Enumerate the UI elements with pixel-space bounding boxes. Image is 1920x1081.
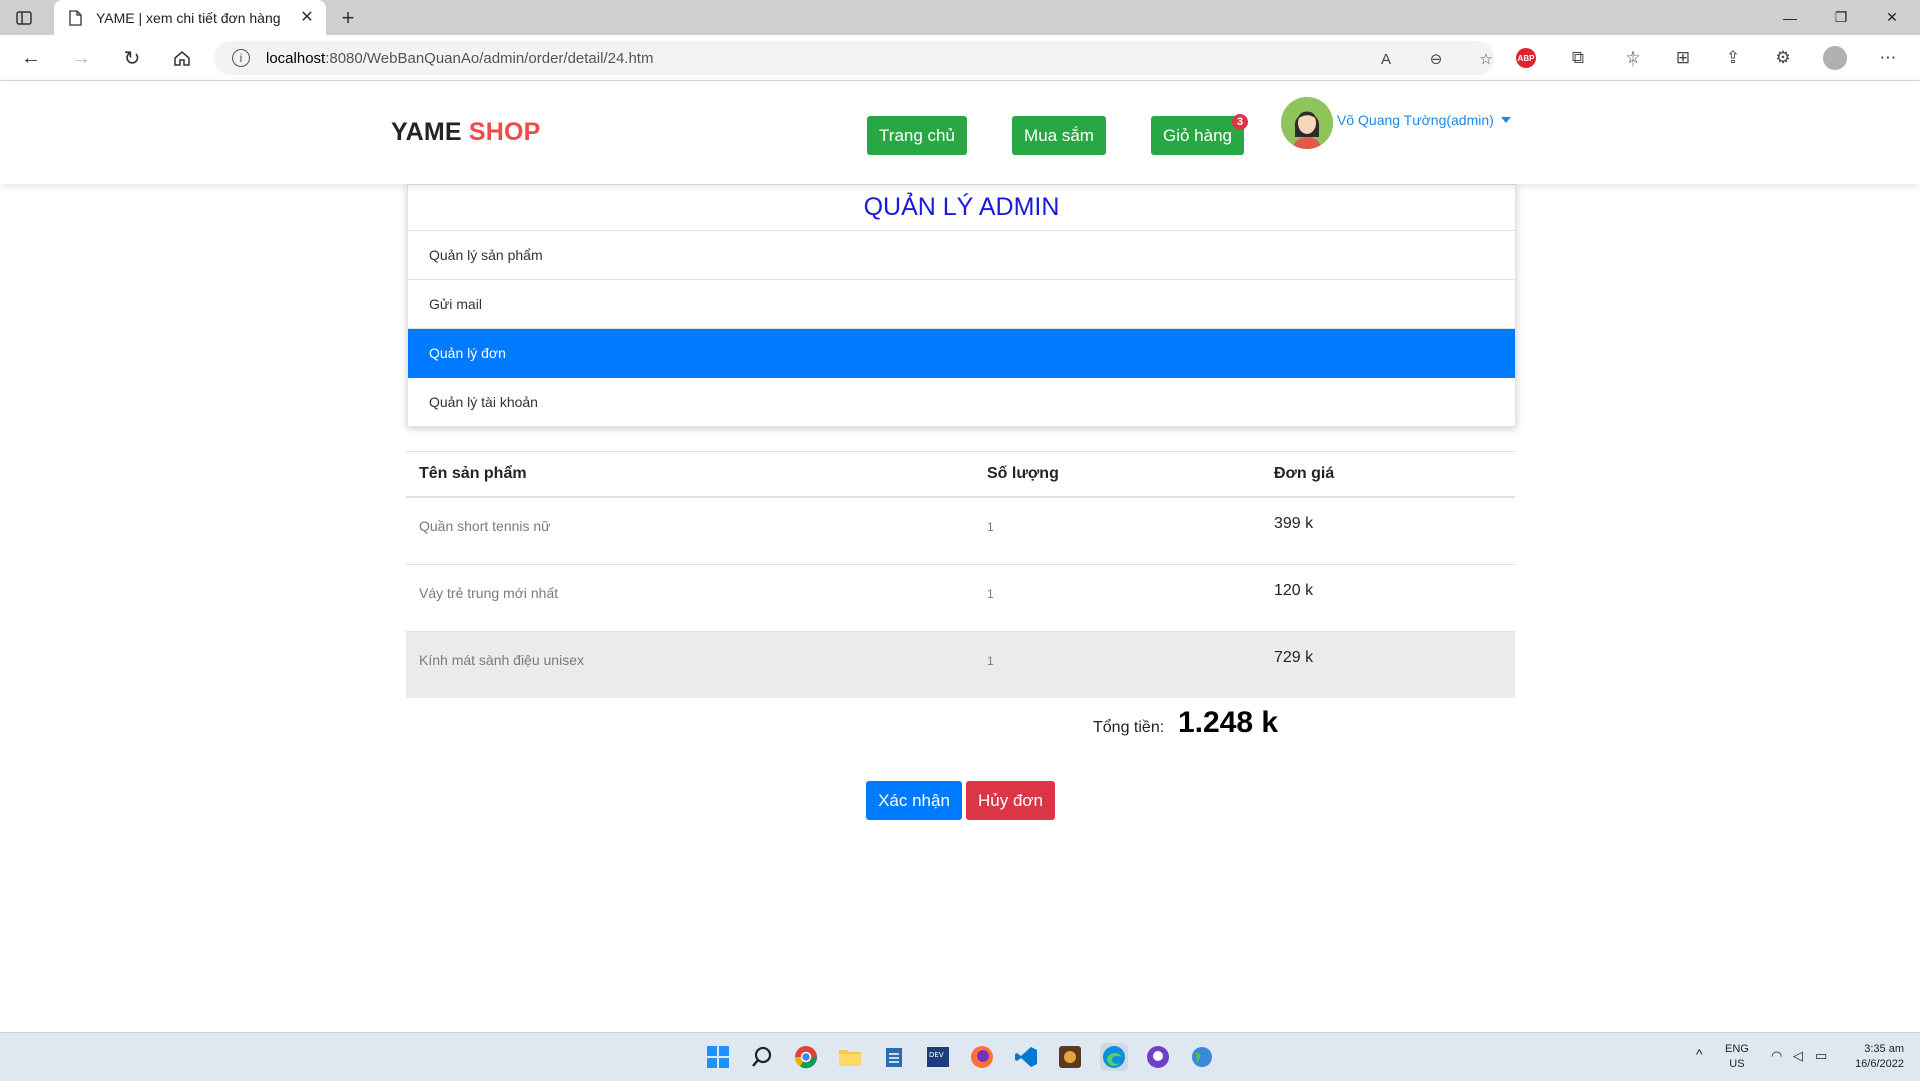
profile-icon[interactable] <box>1823 46 1847 70</box>
column-header-price: Đơn giá <box>1274 465 1335 482</box>
clock-time: 3:35 am <box>1864 1043 1904 1055</box>
show-hidden-icons-icon[interactable]: ^ <box>1696 1047 1703 1062</box>
notepad-icon[interactable] <box>880 1043 908 1071</box>
avatar[interactable] <box>1281 97 1333 149</box>
clock[interactable]: 3:35 am 16/6/2022 <box>1846 1042 1904 1072</box>
volume-icon[interactable]: ◁ <box>1793 1048 1803 1063</box>
firefox-icon[interactable] <box>968 1043 996 1071</box>
share-icon[interactable]: ⇪ <box>1721 46 1745 70</box>
menu-item-products[interactable]: Quản lý sản phẩm <box>408 231 1515 280</box>
collections-icon[interactable]: ⊞ <box>1671 46 1695 70</box>
app-icon[interactable] <box>1056 1043 1084 1071</box>
admin-menu-card: QUẢN LÝ ADMIN Quản lý sản phẩm Gửi mail … <box>407 184 1516 427</box>
minimize-button[interactable]: — <box>1767 0 1813 35</box>
extensions-icon[interactable]: ⧉ <box>1566 46 1590 70</box>
read-aloud-icon[interactable]: A <box>1376 49 1396 69</box>
site-header: YAME SHOP Trang chủ Mua sắm Giỏ hàng 3 V… <box>0 81 1920 184</box>
column-header-quantity: Số lượng <box>987 465 1059 482</box>
dev-cpp-icon[interactable]: DEV <box>924 1043 952 1071</box>
add-favorite-icon[interactable]: ☆ <box>1476 49 1496 69</box>
product-price: 729 k <box>1274 649 1314 666</box>
browser-toolbar: ← → ↻ i localhost:8080/WebBanQuanAo/admi… <box>0 35 1920 81</box>
tab-title: YAME | xem chi tiết đơn hàng <box>96 9 281 26</box>
table-row: Quần short tennis nữ 1 399 k <box>406 498 1515 565</box>
address-bar[interactable]: i localhost:8080/WebBanQuanAo/admin/orde… <box>214 41 1494 75</box>
tab-actions-icon[interactable] <box>14 8 34 28</box>
favorites-icon[interactable]: ☆ <box>1621 46 1645 70</box>
site-info-icon[interactable]: i <box>232 49 250 67</box>
zoom-out-icon[interactable]: ⊖ <box>1426 49 1446 69</box>
product-quantity: 1 <box>987 520 994 534</box>
forward-arrow-icon[interactable]: → <box>67 44 95 72</box>
product-quantity: 1 <box>987 654 994 668</box>
total-value: 1.248 k <box>1178 706 1279 739</box>
vscode-icon[interactable] <box>1012 1043 1040 1071</box>
language-code: ENG <box>1725 1043 1749 1055</box>
start-icon[interactable] <box>704 1043 732 1071</box>
new-tab-button[interactable]: + <box>336 5 360 30</box>
search-icon[interactable] <box>748 1043 776 1071</box>
product-name: Váy trẻ trung mới nhất <box>419 585 559 601</box>
language-indicator[interactable]: ENG US <box>1725 1042 1749 1072</box>
user-name: Võ Quang Tường(admin) <box>1337 112 1494 128</box>
restore-button[interactable]: ❐ <box>1818 0 1864 35</box>
admin-title: QUẢN LÝ ADMIN <box>408 185 1515 231</box>
file-explorer-icon[interactable] <box>836 1043 864 1071</box>
svg-text:DEV: DEV <box>929 1051 944 1059</box>
url-text: localhost:8080/WebBanQuanAo/admin/order/… <box>266 49 654 67</box>
cancel-order-button[interactable]: Hủy đơn <box>966 781 1055 820</box>
order-detail-table: Tên sản phẩm Số lượng Đơn giá Quần short… <box>406 451 1515 698</box>
caret-down-icon <box>1500 117 1511 123</box>
total-label: Tổng tiền: <box>1093 719 1165 736</box>
user-menu-toggle[interactable]: Võ Quang Tường(admin) <box>1337 112 1511 128</box>
close-window-button[interactable]: ✕ <box>1869 0 1915 35</box>
battery-icon[interactable]: ▭ <box>1815 1048 1827 1063</box>
menu-item-send-mail[interactable]: Gửi mail <box>408 280 1515 329</box>
github-desktop-icon[interactable] <box>1144 1043 1172 1071</box>
performance-icon[interactable]: ⚙ <box>1771 46 1795 70</box>
confirm-order-button[interactable]: Xác nhận <box>866 781 962 820</box>
chrome-icon[interactable] <box>792 1043 820 1071</box>
browser-tab-bar: YAME | xem chi tiết đơn hàng ✕ + — ❐ ✕ <box>0 0 1920 35</box>
refresh-icon[interactable]: ↻ <box>118 44 146 72</box>
taskbar: DEV ^ ENG US ◠ ◁ ▭ 3:35 am 16/6/2022 <box>0 1032 1920 1081</box>
nav-cart-button[interactable]: Giỏ hàng 3 <box>1151 114 1248 155</box>
table-row: Váy trẻ trung mới nhất 1 120 k <box>406 565 1515 632</box>
document-icon <box>66 9 84 27</box>
home-icon[interactable] <box>168 44 196 72</box>
product-quantity: 1 <box>987 587 994 601</box>
close-tab-icon[interactable]: ✕ <box>298 8 316 26</box>
cart-count-badge: 3 <box>1232 114 1248 130</box>
region-code: US <box>1729 1058 1745 1070</box>
more-menu-icon[interactable]: ⋯ <box>1876 46 1900 70</box>
clock-date: 16/6/2022 <box>1855 1058 1904 1070</box>
product-price: 399 k <box>1274 515 1314 532</box>
nav-home-button[interactable]: Trang chủ <box>867 116 967 155</box>
product-name: Quần short tennis nữ <box>419 518 551 534</box>
product-price: 120 k <box>1274 582 1314 599</box>
menu-item-accounts[interactable]: Quản lý tài khoản <box>408 378 1515 426</box>
table-header: Tên sản phẩm Số lượng Đơn giá <box>406 451 1515 498</box>
product-name: Kính mát sành điệu unisex <box>419 652 584 668</box>
column-header-name: Tên sản phẩm <box>419 465 527 482</box>
nav-shop-button[interactable]: Mua sắm <box>1012 116 1106 155</box>
back-arrow-icon[interactable]: ← <box>17 44 45 72</box>
table-row: Kính mát sành điệu unisex 1 729 k <box>406 632 1515 698</box>
edge-icon[interactable] <box>1100 1043 1128 1071</box>
brand-logo[interactable]: YAME SHOP <box>391 118 541 147</box>
browser-tab-active[interactable]: YAME | xem chi tiết đơn hàng ✕ <box>54 0 326 35</box>
wifi-icon[interactable]: ◠ <box>1771 1048 1782 1063</box>
globe-app-icon[interactable] <box>1188 1043 1216 1071</box>
adblock-icon[interactable]: ABP <box>1516 48 1536 68</box>
menu-item-orders[interactable]: Quản lý đơn <box>408 329 1515 378</box>
cart-label: Giỏ hàng <box>1163 125 1232 145</box>
